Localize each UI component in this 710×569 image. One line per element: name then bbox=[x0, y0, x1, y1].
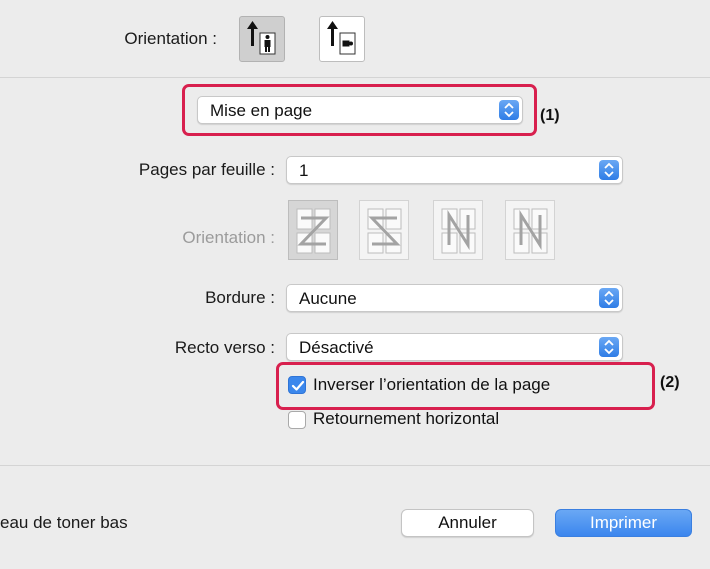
callout-2-label: (2) bbox=[660, 374, 680, 391]
pages-per-sheet-value: 1 bbox=[299, 161, 309, 180]
landscape-icon bbox=[327, 21, 356, 55]
layout-n-icon bbox=[505, 200, 555, 260]
portrait-orientation-button[interactable] bbox=[239, 16, 285, 62]
layout-direction-label: Orientation : bbox=[182, 228, 275, 247]
cancel-button[interactable]: Annuler bbox=[401, 509, 534, 537]
border-label: Bordure : bbox=[205, 288, 275, 307]
orientation-label: Orientation : bbox=[124, 29, 217, 48]
border-value: Aucune bbox=[299, 289, 357, 308]
callout-2-frame bbox=[276, 362, 655, 410]
layout-n-reverse-icon bbox=[433, 200, 483, 260]
chevron-updown-icon bbox=[599, 288, 619, 308]
layout-s-icon bbox=[359, 200, 409, 260]
duplex-value: Désactivé bbox=[299, 338, 374, 357]
callout-1-label: (1) bbox=[540, 107, 560, 124]
portrait-icon bbox=[247, 21, 276, 55]
layout-z-icon bbox=[288, 200, 338, 260]
pages-per-sheet-label: Pages par feuille : bbox=[138, 160, 275, 179]
print-button[interactable]: Imprimer bbox=[555, 509, 692, 537]
separator bbox=[0, 465, 710, 466]
callout-1-frame bbox=[182, 84, 537, 136]
flip-horizontal-checkbox[interactable] bbox=[288, 411, 306, 429]
duplex-select[interactable]: Désactivé bbox=[286, 333, 623, 361]
chevron-updown-icon bbox=[599, 337, 619, 357]
landscape-orientation-button[interactable] bbox=[319, 16, 365, 62]
duplex-label: Recto verso : bbox=[174, 338, 275, 357]
pages-per-sheet-select[interactable]: 1 bbox=[286, 156, 623, 184]
chevron-updown-icon bbox=[599, 160, 619, 180]
separator bbox=[0, 77, 710, 78]
toner-status-text: eau de toner bas bbox=[0, 513, 128, 532]
flip-horizontal-label[interactable]: Retournement horizontal bbox=[313, 409, 499, 429]
border-select[interactable]: Aucune bbox=[286, 284, 623, 312]
